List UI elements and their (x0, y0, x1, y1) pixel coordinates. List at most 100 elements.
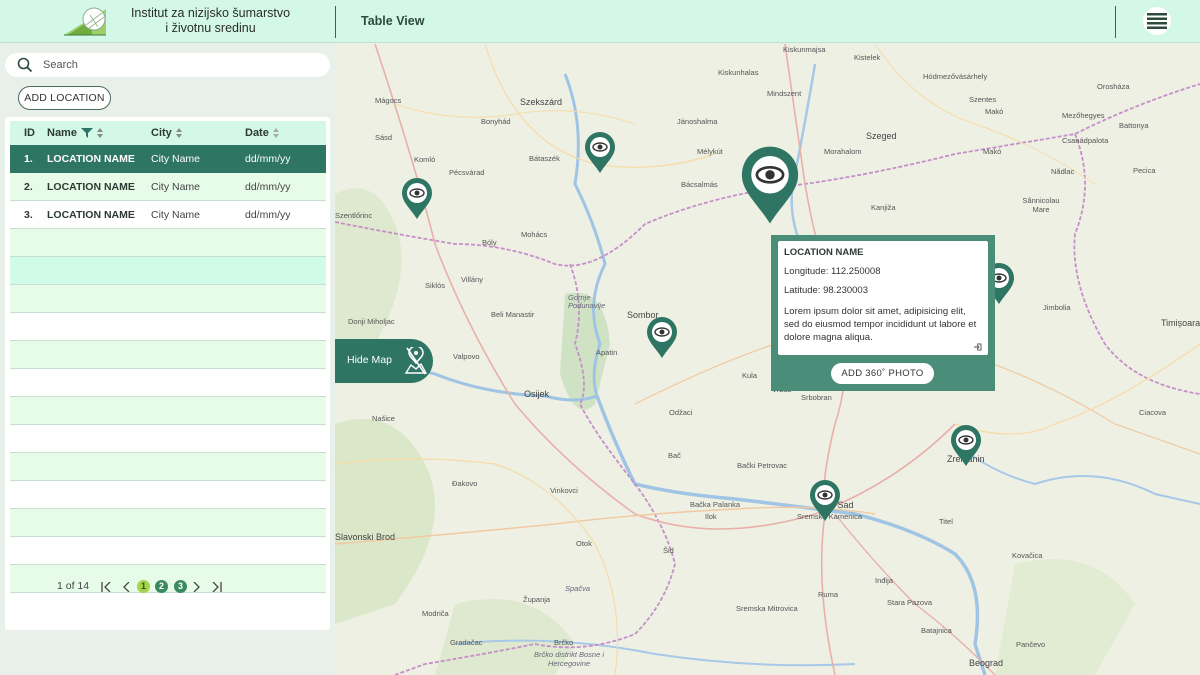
map-label: Slavonski Brod (335, 532, 396, 542)
table-row[interactable]: 3. LOCATION NAME City Name dd/mm/yy (10, 201, 326, 229)
page-1[interactable]: 1 (137, 580, 150, 593)
map-label: Pančevo (1016, 640, 1046, 649)
location-popup: LOCATION NAME Longitude: 112.250008 Lati… (771, 235, 995, 391)
menu-button[interactable] (1143, 7, 1171, 35)
column-header-date[interactable]: Date (245, 127, 279, 139)
map-label: Stara Pazova (887, 598, 933, 607)
pagination: 1 of 14 1 2 3 (0, 580, 335, 596)
map-label: Sremska Mitrovica (736, 604, 798, 613)
map-label: Inđija (875, 576, 893, 585)
map-label: Jimbolia (1043, 303, 1071, 312)
map-label: Našice (372, 414, 395, 423)
row-city: City Name (151, 209, 201, 221)
prev-page-icon[interactable] (122, 582, 130, 592)
map-label: Ruma (818, 590, 839, 599)
map-label: Kula (742, 371, 758, 380)
map-label: Bač (668, 451, 681, 460)
hide-map-button[interactable]: Hide Map (335, 339, 433, 383)
map-label: Modriča (422, 609, 449, 618)
camera-pin-icon[interactable] (401, 178, 433, 220)
camera-pin-icon[interactable] (740, 146, 800, 226)
table-row[interactable]: 1. LOCATION NAME City Name dd/mm/yy (10, 145, 326, 173)
sort-icon[interactable] (272, 128, 279, 138)
map-label: Gornje Podunavlje (568, 293, 606, 310)
table-header: ID Name City Date (10, 121, 326, 145)
search-input[interactable] (43, 57, 313, 73)
map-label: Szentes (969, 95, 997, 104)
table-view-link[interactable]: Table View (361, 14, 424, 28)
sort-icon[interactable] (96, 128, 103, 138)
last-page-icon[interactable] (212, 582, 222, 592)
row-name: LOCATION NAME (47, 153, 135, 165)
camera-pin-icon[interactable] (950, 425, 982, 467)
first-page-icon[interactable] (101, 582, 111, 592)
header-divider (1115, 6, 1116, 38)
page-3[interactable]: 3 (174, 580, 187, 593)
empty-row (10, 313, 326, 341)
map-label: Mezőhegyes (1062, 111, 1105, 120)
empty-row (10, 229, 326, 257)
map-label: Valpovo (453, 352, 480, 361)
map-label: Villány (461, 275, 483, 284)
next-page-icon[interactable] (193, 582, 201, 592)
map-label: Mindszent (767, 89, 802, 98)
map-label: Vinkovci (550, 486, 578, 495)
row-date: dd/mm/yy (245, 153, 291, 165)
row-city: City Name (151, 181, 201, 193)
camera-pin-icon[interactable] (646, 317, 678, 359)
map-label: Županja (523, 595, 551, 604)
camera-pin-icon[interactable] (809, 480, 841, 522)
map-label: Sásd (375, 133, 393, 142)
row-date: dd/mm/yy (245, 209, 291, 221)
logo-icon (64, 7, 106, 36)
empty-row (10, 537, 326, 565)
map-label: Kiskunhalas (718, 68, 759, 77)
map-label: Brčko (554, 638, 574, 647)
table-row[interactable]: 2. LOCATION NAME City Name dd/mm/yy (10, 173, 326, 201)
map-label: Hódmezővásárhely (923, 72, 988, 81)
map-label: Brčko distrikt Bosne i Hercegovine (533, 650, 605, 668)
empty-row (10, 257, 326, 285)
map-label: Osijek (524, 389, 550, 399)
add-location-button[interactable]: ADD LOCATION (18, 86, 111, 110)
row-name: LOCATION NAME (47, 181, 135, 193)
map-label: Batajnica (921, 626, 952, 635)
map-label: Bóly (482, 238, 497, 247)
row-id: 2. (24, 181, 33, 193)
map-label: Jánoshalma (677, 117, 718, 126)
filter-icon[interactable] (80, 128, 93, 138)
map-label: Sânnicolau Mare (1022, 196, 1060, 214)
add-360-photo-button[interactable]: ADD 360˚ PHOTO (831, 363, 934, 384)
map-label: Pécsvárad (449, 168, 485, 177)
map-label: Szentlőrinc (335, 211, 373, 220)
page-2[interactable]: 2 (155, 580, 168, 593)
map-label: Spačva (565, 584, 591, 593)
camera-pin-icon[interactable] (584, 132, 616, 174)
empty-row (10, 481, 326, 509)
map-label: Nădlac (1051, 167, 1075, 176)
map-label: Šid (663, 546, 674, 555)
empty-row (10, 453, 326, 481)
popup-title: LOCATION NAME (784, 247, 864, 258)
map-label: Mohács (521, 230, 548, 239)
map-view[interactable]: Kiskunmajsa Kistelek Kiskunhalas Hódmező… (335, 44, 1200, 675)
map-label: Gradačac (450, 638, 483, 647)
row-id: 3. (24, 209, 33, 221)
search-box (5, 53, 330, 77)
row-id: 1. (24, 153, 33, 165)
row-name: LOCATION NAME (47, 209, 135, 221)
sort-icon[interactable] (175, 128, 182, 138)
empty-row (10, 341, 326, 369)
column-header-city[interactable]: City (151, 127, 182, 139)
map-label: Odžaci (669, 408, 693, 417)
map-label: Morahalom (824, 147, 862, 156)
map-label: Otok (576, 539, 592, 548)
exit-icon[interactable] (974, 343, 982, 351)
empty-row (10, 425, 326, 453)
popup-latitude: Latitude: 98.230003 (784, 285, 868, 296)
empty-row (10, 369, 326, 397)
map-label: Battonya (1119, 121, 1149, 130)
column-header-name[interactable]: Name (47, 127, 103, 139)
map-label: Szeged (866, 131, 897, 141)
map-label: Szekszárd (520, 97, 563, 107)
